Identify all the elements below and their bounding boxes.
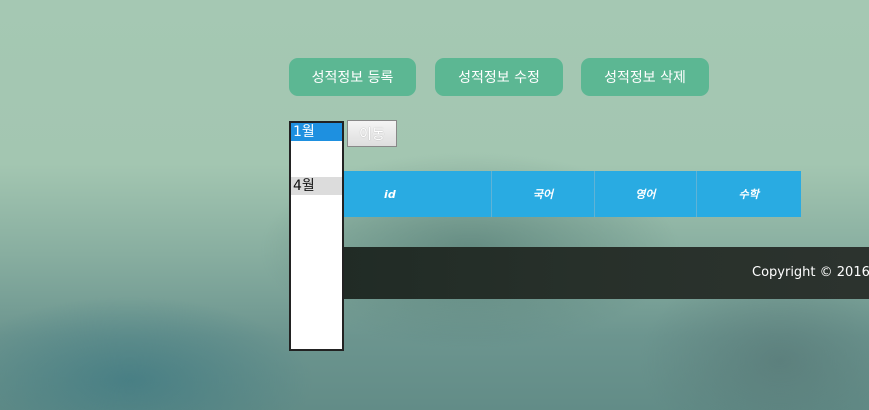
month-select-list[interactable]: 1월 4월 <box>289 121 344 351</box>
month-option[interactable] <box>291 141 342 159</box>
table-header-row: id 국어 영어 수학 <box>289 171 801 217</box>
grades-table: id 국어 영어 수학 <box>289 171 801 217</box>
column-header-english: 영어 <box>594 171 697 217</box>
column-header-korean: 국어 <box>491 171 596 217</box>
copyright-text: Copyright © 2016 S <box>752 265 869 280</box>
column-header-math: 수학 <box>696 171 801 217</box>
footer: Copyright © 2016 S <box>289 247 869 299</box>
month-option[interactable]: 1월 <box>291 123 342 141</box>
register-grade-button[interactable]: 성적정보 등록 <box>289 58 416 96</box>
month-option[interactable] <box>291 159 342 177</box>
month-option[interactable]: 4월 <box>291 177 342 195</box>
edit-grade-button[interactable]: 성적정보 수정 <box>435 58 563 96</box>
delete-grade-button[interactable]: 성적정보 삭제 <box>581 58 709 96</box>
move-button[interactable]: 이동 <box>347 120 397 147</box>
